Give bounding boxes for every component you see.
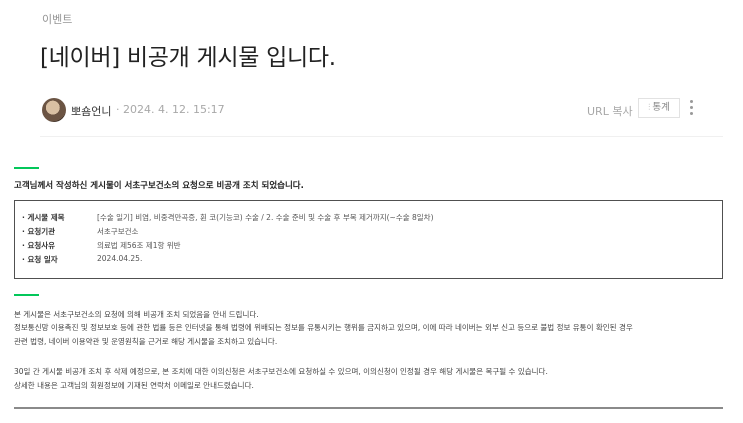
category-link[interactable]: 이벤트 [42,11,72,27]
detail-value: 서초구보건소 [97,227,139,236]
detail-label: 요청기관 [22,226,55,237]
bottom-divider [14,407,723,409]
notice-paragraph: 30일 간 게시물 비공개 조치 후 삭제 예정으로, 본 조치에 대한 이의신… [14,367,548,376]
detail-value: 의료법 제56조 제1항 위반 [97,241,181,250]
post-date: · 2024. 4. 12. 15:17 [116,103,225,116]
avatar[interactable] [42,98,66,122]
stats-label: 통계 [652,102,670,113]
detail-label: 게시물 제목 [22,212,64,223]
detail-value: 2024.04.25. [97,254,143,263]
green-accent-bar [14,294,39,296]
post-meta: 뽀숌언니 · 2024. 4. 12. 15:17 URL 복사 ⫶ 통계 [42,98,702,122]
detail-label: 요청 일자 [22,254,57,265]
detail-value: [수술 일기] 비염, 비중격만곡증, 휜 코(기능코) 수술 / 2. 수술 … [97,213,434,222]
notice-heading: 고객님께서 작성하신 게시물이 서초구보건소의 요청으로 비공개 조치 되었습니… [14,181,304,191]
bar-chart-icon: ⫶ [648,103,651,113]
author-name[interactable]: 뽀숌언니 [71,103,111,119]
notice-paragraph: 본 게시물은 서초구보건소의 요청에 의해 비공개 조치 되었음을 안내 드립니… [14,310,259,319]
notice-paragraph: 관련 법령, 네이버 이용약관 및 운영원칙을 근거로 해당 게시물을 조치하고… [14,337,278,346]
stats-button[interactable]: ⫶ 통계 [638,98,680,118]
post-title: [네이버] 비공개 게시물 입니다. [40,45,336,71]
more-vertical-icon[interactable] [687,100,695,116]
notice-paragraph: 정보통신망 이용촉진 및 정보보호 등에 관한 법률 등은 인터넷을 통해 법령… [14,323,633,332]
notice-details-box: 게시물 제목 [수술 일기] 비염, 비중격만곡증, 휜 코(기능코) 수술 /… [14,200,723,279]
detail-label: 요청사유 [22,240,55,251]
url-copy-button[interactable]: URL 복사 [587,103,633,119]
notice-paragraph: 상세한 내용은 고객님의 회원정보에 기재된 연락처 이메일로 안내드렸습니다. [14,381,254,390]
header-divider [40,136,723,137]
green-accent-bar [14,167,39,169]
